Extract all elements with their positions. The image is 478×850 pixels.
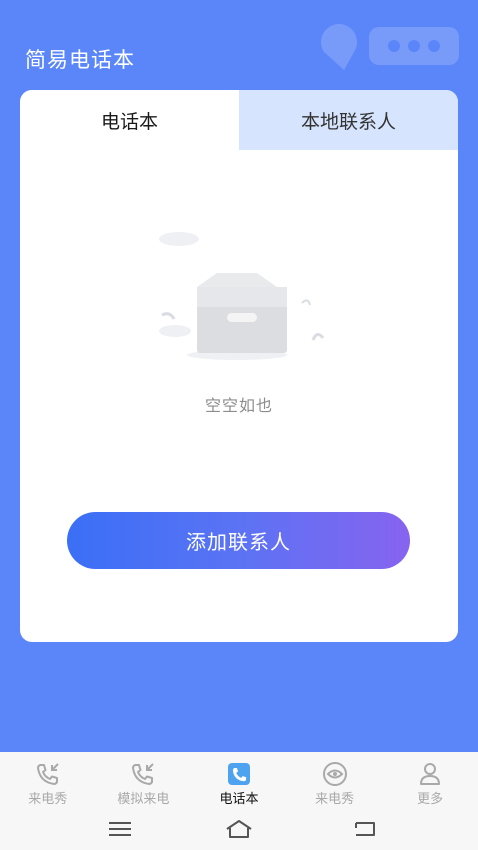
tab-phonebook[interactable]: 电话本 xyxy=(20,90,239,150)
add-contact-button[interactable]: 添加联系人 xyxy=(67,512,410,569)
header-decoration-icon xyxy=(321,24,459,71)
empty-box-icon xyxy=(159,232,325,360)
nav-label-call-show: 来电秀 xyxy=(28,792,68,807)
nav-item-phonebook[interactable]: 电话本 xyxy=(191,752,287,810)
nav-item-fake-call[interactable]: 模拟来电 xyxy=(96,752,192,810)
eye-icon xyxy=(322,762,347,786)
phonebook-icon xyxy=(227,763,250,785)
nav-label-more: 更多 xyxy=(417,792,444,807)
empty-state-text: 空空如也 xyxy=(204,396,273,415)
page-title: 简易电话本 xyxy=(25,48,135,72)
bottom-nav: 来电秀 模拟来电 电话本 来电秀 更多 xyxy=(0,752,478,810)
nav-item-call-show[interactable]: 来电秀 xyxy=(0,752,96,810)
nav-label-fake-call: 模拟来电 xyxy=(117,792,170,807)
menu-icon[interactable] xyxy=(105,817,135,841)
phone-incoming-icon xyxy=(36,763,59,785)
nav-item-more[interactable]: 更多 xyxy=(382,752,478,810)
back-icon[interactable] xyxy=(350,817,380,841)
nav-item-call-show-2[interactable]: 来电秀 xyxy=(287,752,383,810)
tab-local-contacts[interactable]: 本地联系人 xyxy=(239,90,458,150)
phonebook-card: 电话本 本地联系人 空空如也 添加联系人 xyxy=(20,90,458,642)
phone-incoming-icon xyxy=(132,763,155,785)
bottom-bar: 来电秀 模拟来电 电话本 来电秀 更多 xyxy=(0,752,478,850)
home-icon[interactable] xyxy=(224,817,254,841)
system-nav-bar xyxy=(0,814,478,844)
tab-bar: 电话本 本地联系人 xyxy=(20,90,458,150)
nav-label-call-show-2: 来电秀 xyxy=(315,792,355,807)
nav-label-phonebook: 电话本 xyxy=(219,792,259,807)
person-icon xyxy=(420,763,441,785)
